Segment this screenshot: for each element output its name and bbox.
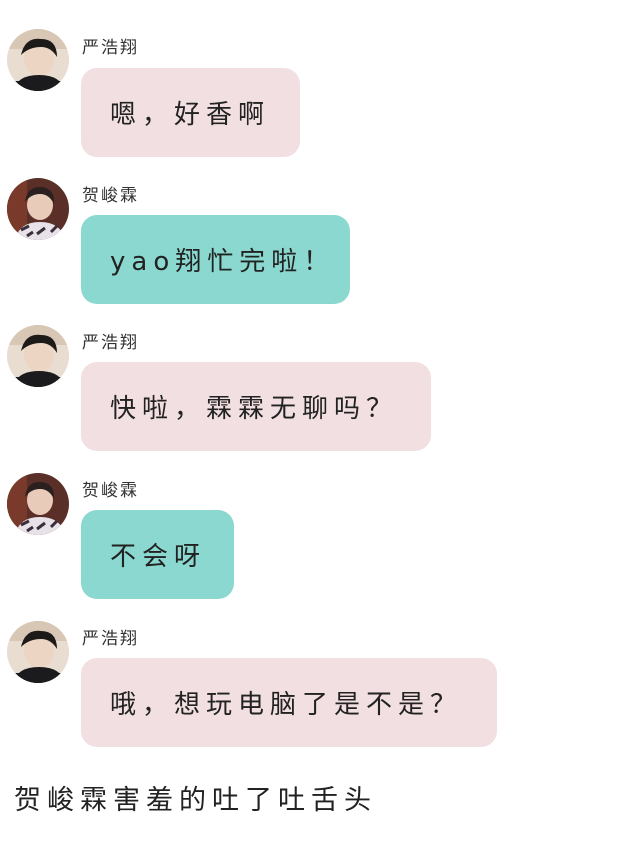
- message-bubble[interactable]: 嗯，好香啊: [81, 68, 300, 157]
- avatar[interactable]: [7, 178, 69, 240]
- yanhaoxiang-avatar-icon: [7, 325, 69, 387]
- message-bubble[interactable]: 不会呀: [81, 510, 234, 599]
- avatar[interactable]: [7, 325, 69, 387]
- avatar[interactable]: [7, 621, 69, 683]
- narration-text: 贺峻霖害羞的吐了吐舌头: [14, 785, 377, 816]
- hejunlin-avatar-icon: [7, 178, 69, 240]
- hejunlin-avatar-icon: [7, 473, 69, 535]
- sender-name: 贺峻霖: [82, 481, 139, 501]
- yanhaoxiang-avatar-icon: [7, 29, 69, 91]
- sender-name: 贺峻霖: [82, 186, 139, 206]
- message-bubble[interactable]: 快啦，霖霖无聊吗？: [81, 362, 431, 451]
- sender-name: 严浩翔: [82, 629, 139, 649]
- sender-name: 严浩翔: [82, 38, 139, 58]
- avatar[interactable]: [7, 29, 69, 91]
- avatar[interactable]: [7, 473, 69, 535]
- sender-name: 严浩翔: [82, 333, 139, 353]
- message-bubble[interactable]: 哦，想玩电脑了是不是？: [81, 658, 497, 747]
- message-bubble[interactable]: yao翔忙完啦！: [81, 215, 350, 304]
- yanhaoxiang-avatar-icon: [7, 621, 69, 683]
